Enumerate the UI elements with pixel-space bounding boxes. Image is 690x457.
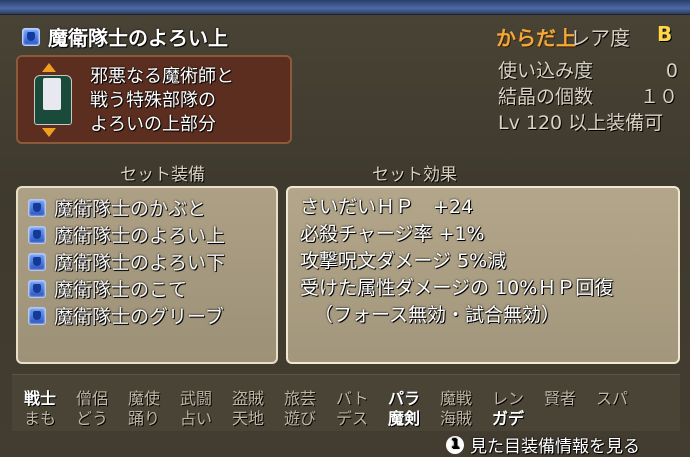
job-label: 魔剣 bbox=[388, 409, 421, 428]
job-label: 海賊 bbox=[440, 409, 473, 428]
set-item-label: 魔衛隊士のグリーブ bbox=[54, 306, 224, 328]
set-equipment-list: 魔衛隊士のかぶと 魔衛隊士のよろい上 魔衛隊士のよろい下 魔衛隊士のこて 魔衛隊… bbox=[16, 186, 278, 364]
arrow-down-icon[interactable] bbox=[42, 128, 56, 137]
job-label: 天地 bbox=[232, 409, 265, 428]
set-item[interactable]: 魔衛隊士のよろい上 bbox=[28, 221, 225, 248]
set-effect: 必殺チャージ率 +1% bbox=[300, 223, 485, 245]
rarity-value: B bbox=[657, 22, 673, 46]
job-label: スパ bbox=[596, 389, 629, 408]
gauntlet-icon bbox=[28, 279, 46, 298]
job-availability-bar: 戦士 僧侶 魔使 武闘 盗賊 旅芸 バト パラ 魔戦 レン 賢者 スパ まも どう 踊り 占い 天地 遊び デス魔… bbox=[12, 374, 680, 431]
rarity-label: レア度 bbox=[570, 26, 630, 50]
item-info-window: 魔衛隊士のよろい上 からだ上 レア度 B 邪悪なる魔術師と 戦う特殊部隊の よろ… bbox=[0, 0, 690, 457]
set-item[interactable]: 魔衛隊士のかぶと bbox=[28, 194, 225, 221]
job-label: 占い bbox=[180, 409, 213, 428]
crystal-value: １０ bbox=[639, 86, 678, 108]
view-appearance-label: 見た目装備情報を見る bbox=[470, 437, 640, 457]
item-stats: 使い込み度 0 結晶の個数 １０ Lv 120 以上装備可 bbox=[498, 58, 678, 136]
description-line: 邪悪なる魔術師と bbox=[90, 66, 234, 87]
job-label: デス bbox=[336, 409, 369, 428]
set-effect: 受けた属性ダメージの 10%ＨＰ回復 bbox=[300, 277, 614, 299]
level-requirement: Lv 120 以上装備可 bbox=[498, 112, 664, 134]
set-effect: （フォース無効・試合無効） bbox=[314, 304, 561, 326]
body-upper-icon bbox=[28, 225, 46, 244]
title-row: 魔衛隊士のよろい上 bbox=[22, 22, 228, 51]
equip-category: からだ上 bbox=[496, 26, 576, 50]
description-line: よろいの上部分 bbox=[90, 114, 216, 135]
set-item-label: 魔衛隊士のよろい下 bbox=[54, 252, 226, 274]
item-name: 魔衛隊士のよろい上 bbox=[48, 26, 228, 50]
body-lower-icon bbox=[28, 252, 46, 271]
item-description: 邪悪なる魔術師と 戦う特殊部隊の よろいの上部分 bbox=[90, 65, 234, 137]
job-label: 遊び bbox=[284, 409, 317, 428]
crystal-label: 結晶の個数 bbox=[498, 86, 594, 108]
job-label: 踊り bbox=[128, 409, 161, 428]
armor-icon bbox=[34, 75, 72, 125]
body-upper-icon bbox=[22, 27, 40, 46]
set-item-label: 魔衛隊士のこて bbox=[54, 279, 188, 301]
set-effect: 攻撃呪文ダメージ 5%減 bbox=[300, 250, 507, 272]
footer-action[interactable]: 1 見た目装備情報を見る bbox=[446, 432, 640, 457]
job-label: ガデ bbox=[492, 409, 525, 428]
set-effect: さいだいＨＰ +24 bbox=[300, 196, 474, 218]
set-item[interactable]: 魔衛隊士のよろい下 bbox=[28, 248, 225, 275]
button-1-icon: 1 bbox=[446, 435, 464, 454]
description-line: 戦う特殊部隊の bbox=[90, 90, 216, 111]
set-item-label: 魔衛隊士のかぶと bbox=[54, 198, 207, 220]
item-preview[interactable] bbox=[30, 63, 74, 137]
job-label: まも bbox=[24, 409, 57, 428]
job-label: 賢者 bbox=[544, 389, 577, 408]
greaves-icon bbox=[28, 306, 46, 325]
set-effect-list: さいだいＨＰ +24 必殺チャージ率 +1% 攻撃呪文ダメージ 5%減 受けた属… bbox=[286, 186, 680, 364]
job-label: どう bbox=[76, 409, 109, 428]
helmet-icon bbox=[28, 198, 46, 217]
set-item-label: 魔衛隊士のよろい上 bbox=[54, 225, 226, 247]
usage-label: 使い込み度 bbox=[498, 60, 594, 82]
set-item[interactable]: 魔衛隊士のグリーブ bbox=[28, 302, 225, 329]
usage-value: 0 bbox=[665, 60, 678, 82]
set-item[interactable]: 魔衛隊士のこて bbox=[28, 275, 225, 302]
set-effect-header: セット効果 bbox=[372, 165, 457, 185]
window-top-border bbox=[0, 0, 690, 15]
job-row: まも どう 踊り 占い 天地 遊び デス 魔剣 海賊 ガデ bbox=[24, 405, 544, 429]
description-box: 邪悪なる魔術師と 戦う特殊部隊の よろいの上部分 bbox=[16, 55, 292, 144]
set-equip-header: セット装備 bbox=[120, 165, 205, 185]
arrow-up-icon[interactable] bbox=[42, 63, 56, 72]
